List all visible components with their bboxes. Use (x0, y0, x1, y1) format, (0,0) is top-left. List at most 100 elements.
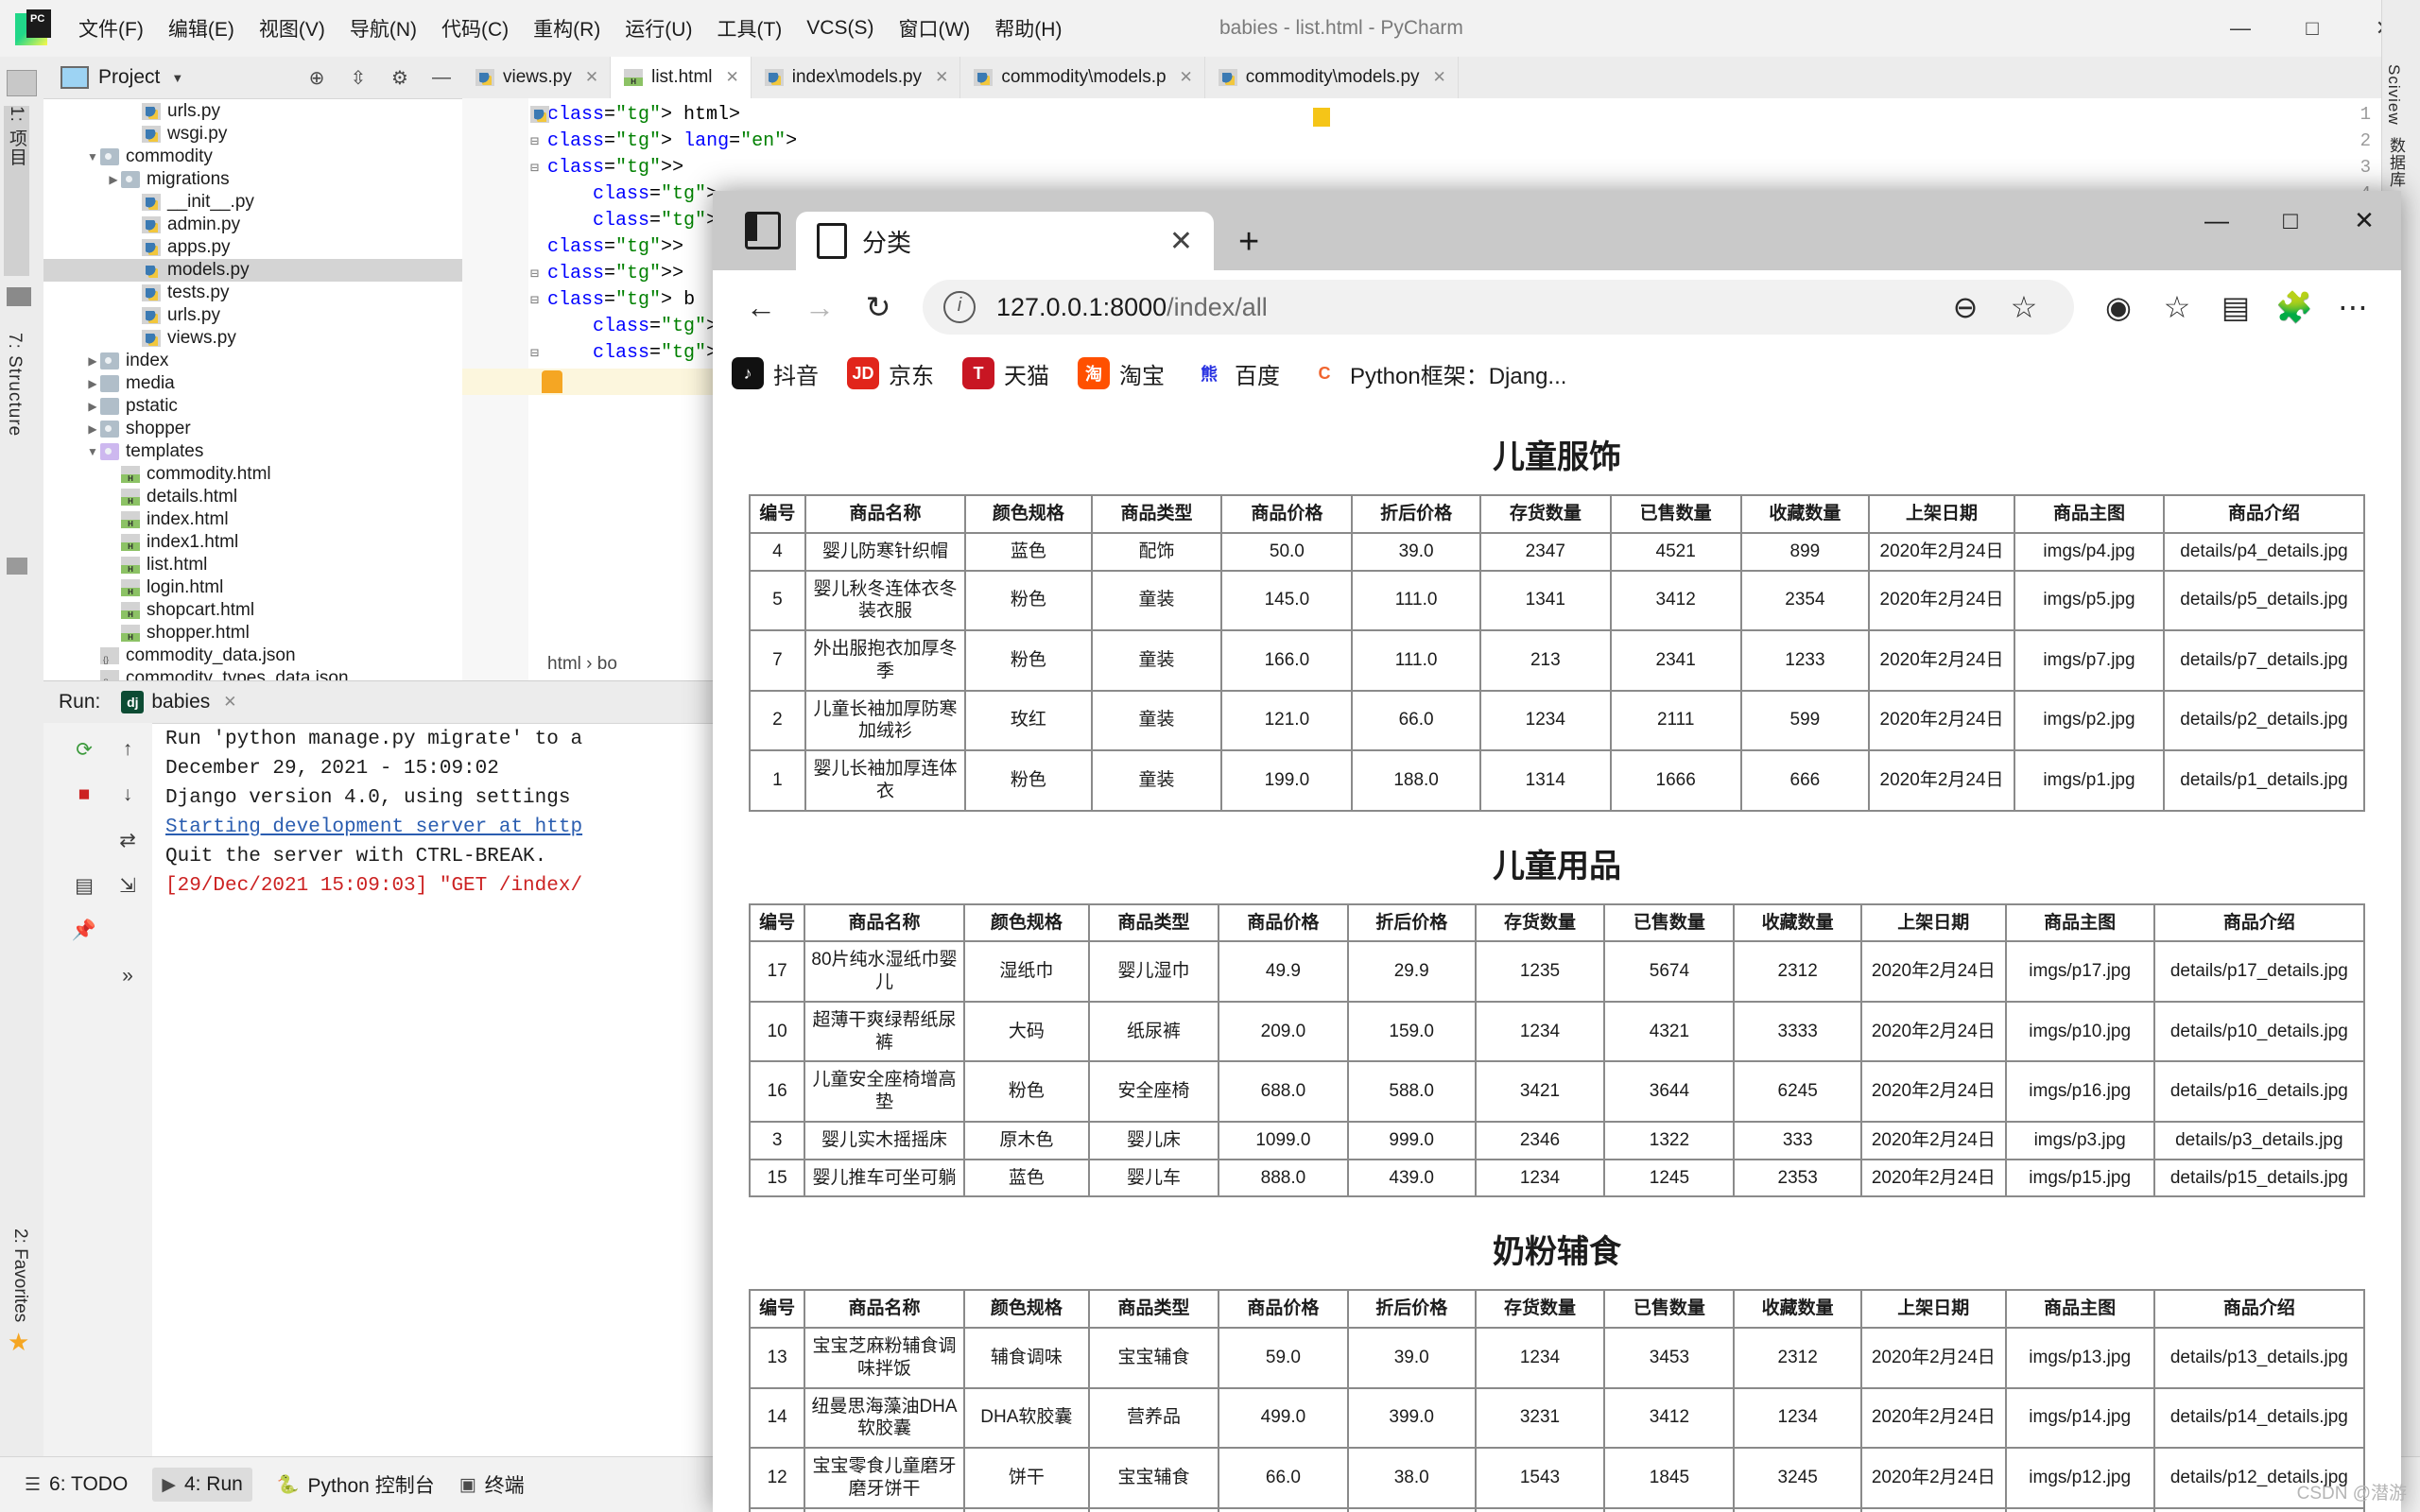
close-tab-icon[interactable]: ✕ (1433, 68, 1446, 87)
tree-item[interactable]: models.py (43, 259, 462, 282)
more-icon[interactable]: ⋯ (2324, 278, 2382, 336)
close-icon[interactable]: ✕ (223, 693, 236, 712)
bookmark-item[interactable]: C Python框架：Djang... (1308, 357, 1566, 390)
project-rail-icon[interactable] (7, 70, 37, 96)
menu-code[interactable]: 代码(C) (429, 14, 521, 43)
target-icon[interactable]: ⊕ (296, 57, 337, 98)
code-fold-icon[interactable]: ⊟ (530, 344, 539, 362)
soft-wrap-icon[interactable]: ⇄ (108, 821, 147, 859)
chevron-down-icon[interactable]: ▼ (85, 150, 100, 163)
tree-item[interactable]: urls.py (43, 100, 462, 123)
chevron-right-icon[interactable]: ▶ (85, 422, 100, 436)
close-tab-icon[interactable]: ✕ (1180, 68, 1193, 87)
code-fold-icon[interactable]: ⊟ (530, 159, 539, 177)
menu-edit[interactable]: 编辑(E) (156, 14, 247, 43)
vertical-tabs-button[interactable] (730, 191, 796, 270)
rail-tab-structure[interactable]: 7: Structure (4, 333, 25, 541)
menu-run[interactable]: 运行(U) (613, 14, 704, 43)
tree-item[interactable]: commodity_data.json (43, 644, 462, 667)
tree-item[interactable]: ▼ templates (43, 440, 462, 463)
more-icon[interactable]: » (108, 957, 147, 995)
browser-minimize-button[interactable]: — (2180, 191, 2254, 249)
print-icon[interactable]: ▤ (64, 867, 104, 904)
rerun-icon[interactable]: ⟳ (64, 730, 104, 768)
rail-tab-sciview[interactable]: Sciview (2384, 59, 2403, 131)
bookmark-item[interactable]: ♪ 抖音 (732, 357, 819, 390)
editor-tab[interactable]: index\models.py ✕ (752, 57, 961, 98)
intention-bulb-icon[interactable] (542, 370, 562, 393)
editor-tab[interactable]: commodity\models.py ✕ (1205, 57, 1459, 98)
tree-item[interactable]: shopper.html (43, 622, 462, 644)
chevron-right-icon[interactable]: ▶ (85, 377, 100, 390)
chevron-right-icon[interactable]: ▶ (85, 400, 100, 413)
forward-button[interactable]: → (790, 278, 849, 336)
menu-refactor[interactable]: 重构(R) (521, 14, 613, 43)
tree-item[interactable]: shopcart.html (43, 599, 462, 622)
status-todo[interactable]: ☰ 6: TODO (25, 1473, 128, 1496)
chevron-down-icon[interactable]: ▼ (171, 71, 183, 85)
editor-tab[interactable]: list.html ✕ (611, 57, 752, 98)
reload-button[interactable]: ↻ (849, 278, 908, 336)
editor-tab-bar[interactable]: views.py✕list.html✕index\models.py✕commo… (462, 57, 2382, 99)
editor-tab[interactable]: views.py ✕ (462, 57, 612, 98)
tree-item[interactable]: urls.py (43, 304, 462, 327)
tree-item[interactable]: details.html (43, 486, 462, 508)
tree-item[interactable]: ▶ shopper (43, 418, 462, 440)
status-terminal[interactable]: ▣ 终端 (459, 1470, 525, 1499)
extensions-icon[interactable]: 🧩 (2265, 278, 2324, 336)
menu-navigate[interactable]: 导航(N) (337, 14, 429, 43)
tree-item[interactable]: ▶ media (43, 372, 462, 395)
add-favorite-icon[interactable]: ☆ (1995, 278, 2053, 336)
tree-item[interactable]: commodity.html (43, 463, 462, 486)
scroll-down-icon[interactable]: ↓ (108, 776, 147, 814)
gear-icon[interactable]: ⚙ (379, 57, 421, 98)
bookmark-item[interactable]: 熊百度 (1193, 357, 1280, 390)
close-tab-icon[interactable]: ✕ (726, 68, 739, 87)
tree-item[interactable]: index1.html (43, 531, 462, 554)
minimize-button[interactable]: — (2204, 0, 2276, 57)
bookmark-item[interactable]: JD 京东 (847, 357, 934, 390)
close-tab-icon[interactable]: ✕ (585, 68, 598, 87)
tree-item[interactable]: ▼ commodity (43, 146, 462, 168)
collections-icon[interactable]: ◉ (2089, 278, 2148, 336)
menu-vcs[interactable]: VCS(S) (794, 17, 886, 40)
chevron-right-icon[interactable]: ▶ (85, 354, 100, 368)
browser-tab[interactable]: 分类 ✕ (796, 212, 1214, 270)
new-tab-button[interactable]: + (1238, 222, 1259, 270)
site-info-icon[interactable]: i (943, 291, 976, 323)
project-file-tree[interactable]: urls.py wsgi.py ▼ commodity ▶ migrations __ini… (43, 98, 462, 680)
back-button[interactable]: ← (732, 278, 790, 336)
tree-item[interactable]: ▶ migrations (43, 168, 462, 191)
tree-item[interactable]: apps.py (43, 236, 462, 259)
minimize-icon[interactable]: — (421, 57, 462, 98)
bookmarks-bar[interactable]: ♪ 抖音 JD 京东 T 天猫淘淘宝熊百度 C Python框架：Djang... (713, 344, 2401, 404)
status-python-console[interactable]: 🐍 Python 控制台 (277, 1470, 435, 1499)
menu-view[interactable]: 视图(V) (247, 14, 337, 43)
code-fold-icon[interactable]: ⊟ (530, 291, 539, 309)
tree-item[interactable]: ▶ index (43, 350, 462, 372)
maximize-button[interactable]: □ (2276, 0, 2348, 57)
chevron-right-icon[interactable]: ▶ (106, 173, 121, 186)
rail-tab-favorites[interactable]: 2: Favorites (9, 1228, 30, 1322)
run-tab-babies[interactable]: dj babies ✕ (121, 691, 237, 713)
close-tab-icon[interactable]: ✕ (1169, 225, 1193, 258)
close-tab-icon[interactable]: ✕ (935, 68, 948, 87)
bookmark-item[interactable]: T 天猫 (962, 357, 1049, 390)
tree-item[interactable]: login.html (43, 576, 462, 599)
favorites-icon[interactable]: ☆ (2148, 278, 2206, 336)
chevron-down-icon[interactable]: ▼ (85, 445, 100, 458)
pin-icon[interactable]: 📌 (64, 912, 104, 950)
zoom-out-icon[interactable]: ⊖ (1936, 278, 1995, 336)
rail-tab-project[interactable]: 1: 项目 (4, 106, 29, 276)
browser-close-button[interactable]: ✕ (2327, 191, 2401, 249)
editor-tab[interactable]: commodity\models.p ✕ (960, 57, 1205, 98)
status-run[interactable]: ▶ 4: Run (152, 1468, 252, 1502)
tree-item[interactable]: commodity_types_data.json (43, 667, 462, 680)
tree-item[interactable]: tests.py (43, 282, 462, 304)
bookmark-item[interactable]: 淘淘宝 (1078, 357, 1165, 390)
menu-tools[interactable]: 工具(T) (704, 14, 794, 43)
code-fold-icon[interactable]: ⊟ (530, 132, 539, 150)
browser-maximize-button[interactable]: □ (2254, 191, 2327, 249)
code-fold-icon[interactable]: ⊟ (530, 265, 539, 283)
address-bar[interactable]: i 127.0.0.1:8000/index/all ⊖ ☆ (923, 280, 2074, 335)
